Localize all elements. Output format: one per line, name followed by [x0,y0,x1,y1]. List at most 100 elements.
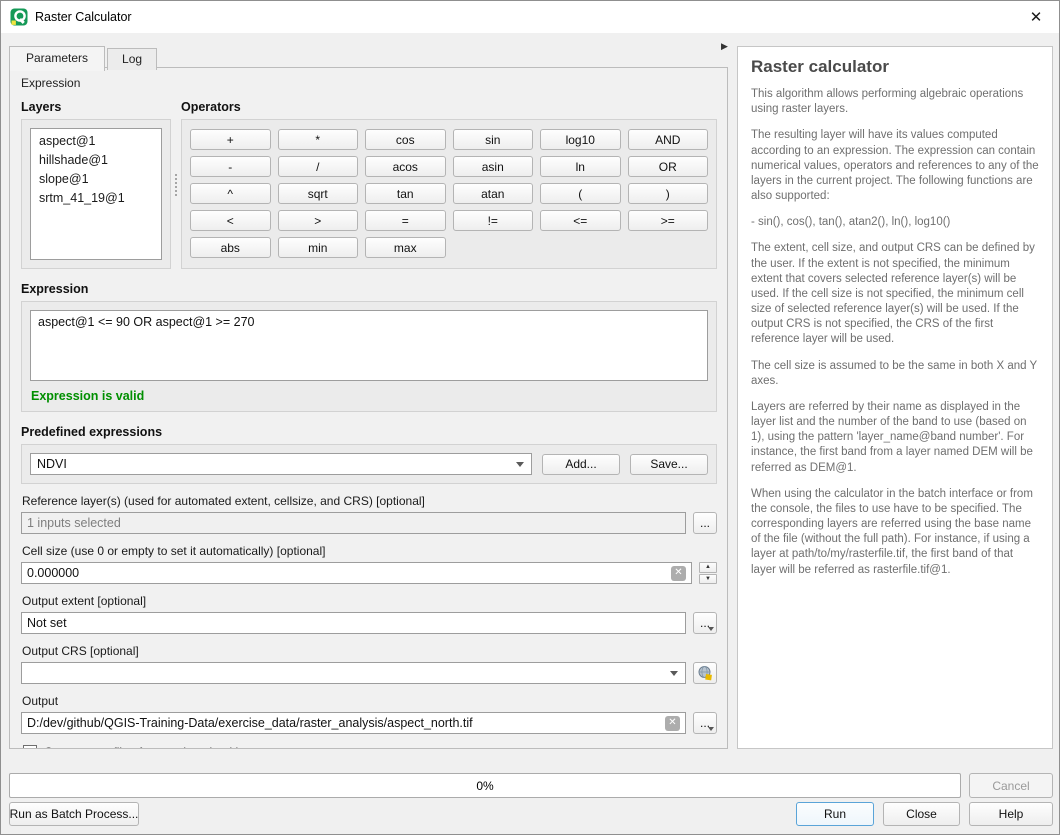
help-paragraph: When using the calculator in the batch i… [751,487,1039,578]
operator-button[interactable]: cos [365,129,446,150]
operator-button[interactable]: sqrt [278,183,359,204]
parameters-panel: Expression Layers aspect@1hillshade@1slo… [9,67,728,749]
tab-log[interactable]: Log [107,48,157,70]
operator-button[interactable]: ln [540,156,621,177]
output-crs-select[interactable] [21,662,686,684]
add-expression-button[interactable]: Add... [542,454,620,475]
select-crs-button[interactable] [693,662,717,684]
open-output-checkbox-label: Open output file after running algorithm [44,745,252,749]
operator-button[interactable]: <= [540,210,621,231]
operator-button[interactable]: OR [628,156,709,177]
cell-size-value: 0.000000 [27,566,79,580]
output-browse-button[interactable]: ... [693,712,717,734]
operators-label: Operators [181,100,717,114]
help-title: Raster calculator [751,57,1039,77]
title-bar: Raster Calculator ✕ [1,1,1059,33]
output-crs-label: Output CRS [optional] [22,644,717,658]
help-paragraph: This algorithm allows performing algebra… [751,87,1039,117]
help-paragraph: The extent, cell size, and output CRS ca… [751,241,1039,347]
predefined-expression-value: NDVI [37,457,67,471]
tab-parameters[interactable]: Parameters [9,46,105,71]
output-label: Output [22,694,717,708]
splitter-handle[interactable] [171,100,181,269]
expression-valid-status: Expression is valid [31,389,708,403]
operator-button[interactable]: ( [540,183,621,204]
operator-button[interactable]: / [278,156,359,177]
cancel-button: Cancel [969,773,1053,798]
progress-row: 0% Cancel [9,773,1053,798]
help-button[interactable]: Help [969,802,1053,826]
help-panel-collapse-arrow[interactable]: ▶ [721,41,728,52]
clear-field-icon[interactable]: ✕ [671,566,686,581]
chevron-down-icon [516,462,524,467]
spin-down-icon[interactable]: ▼ [699,574,717,585]
operator-button[interactable]: max [365,237,446,258]
dialog-button-row: Run as Batch Process... Run Close Help [9,802,1053,826]
operator-button[interactable]: >= [628,210,709,231]
help-body: This algorithm allows performing algebra… [751,87,1039,578]
operator-button[interactable]: tan [365,183,446,204]
reference-layers-field[interactable]: 1 inputs selected [21,512,686,534]
layer-list-item[interactable]: hillshade@1 [39,151,153,170]
menu-arrow-icon [708,627,714,631]
run-button[interactable]: Run [796,802,874,826]
cell-size-stepper[interactable]: ▲ ▼ [699,562,717,584]
predefined-expressions-section: Predefined expressions NDVI Add... Save.… [21,425,717,484]
expression-section: Expression aspect@1 <= 90 OR aspect@1 >=… [21,282,717,412]
operator-button[interactable]: = [365,210,446,231]
reference-layers-label: Reference layer(s) (used for automated e… [22,494,717,508]
tab-bar: Parameters Log [9,45,159,70]
output-extent-label: Output extent [optional] [22,594,717,608]
output-extent-browse-button[interactable]: ... [693,612,717,634]
layer-list-item[interactable]: srtm_41_19@1 [39,189,153,208]
expression-input[interactable]: aspect@1 <= 90 OR aspect@1 >= 270 [30,310,708,381]
operator-button[interactable]: + [190,129,271,150]
predefined-expressions-label: Predefined expressions [21,425,717,439]
close-button[interactable]: Close [883,802,960,826]
qgis-logo-icon [10,8,28,26]
cell-size-label: Cell size (use 0 or empty to set it auto… [22,544,717,558]
raster-calculator-dialog: Raster Calculator ✕ Parameters Log ▶ Exp… [0,0,1060,835]
run-as-batch-button[interactable]: Run as Batch Process... [9,802,139,826]
save-expression-button[interactable]: Save... [630,454,708,475]
window-close-button[interactable]: ✕ [1013,1,1059,32]
operator-button[interactable]: ) [628,183,709,204]
operator-button[interactable]: log10 [540,129,621,150]
operator-button[interactable]: asin [453,156,534,177]
operator-button[interactable]: min [278,237,359,258]
help-paragraph: Layers are referred by their name as dis… [751,400,1039,476]
operator-button[interactable]: AND [628,129,709,150]
output-path-value: D:/dev/github/QGIS-Training-Data/exercis… [27,716,473,730]
clear-field-icon[interactable]: ✕ [665,716,680,731]
expression-caption: Expression [21,76,717,90]
cell-size-field[interactable]: 0.000000 ✕ [21,562,692,584]
operator-button[interactable]: atan [453,183,534,204]
operator-button[interactable]: ^ [190,183,271,204]
layer-list-item[interactable]: slope@1 [39,170,153,189]
operator-button[interactable]: sin [453,129,534,150]
help-paragraph: The cell size is assumed to be the same … [751,359,1039,389]
menu-arrow-icon [708,727,714,731]
operator-button[interactable]: acos [365,156,446,177]
operator-button[interactable]: abs [190,237,271,258]
open-output-row: ✓ Open output file after running algorit… [23,745,717,749]
layers-groupbox: aspect@1hillshade@1slope@1srtm_41_19@1 [21,119,171,269]
operator-button[interactable]: < [190,210,271,231]
output-path-field[interactable]: D:/dev/github/QGIS-Training-Data/exercis… [21,712,686,734]
output-extent-value: Not set [27,616,67,630]
operator-button[interactable]: > [278,210,359,231]
operators-grid: + * cossin log10 AND -/ acos asinln OR ^ sqrttanat… [190,129,708,258]
open-output-checkbox[interactable]: ✓ [23,745,37,749]
chevron-down-icon [670,671,678,676]
reference-layers-browse-button[interactable]: ... [693,512,717,534]
operator-button[interactable]: != [453,210,534,231]
layer-list-item[interactable]: aspect@1 [39,132,153,151]
layers-list[interactable]: aspect@1hillshade@1slope@1srtm_41_19@1 [30,128,162,260]
predefined-expression-select[interactable]: NDVI [30,453,532,475]
window-title: Raster Calculator [35,10,132,24]
layers-label: Layers [21,100,171,114]
output-extent-field[interactable]: Not set [21,612,686,634]
operator-button[interactable]: - [190,156,271,177]
operator-button[interactable]: * [278,129,359,150]
spin-up-icon[interactable]: ▲ [699,562,717,573]
